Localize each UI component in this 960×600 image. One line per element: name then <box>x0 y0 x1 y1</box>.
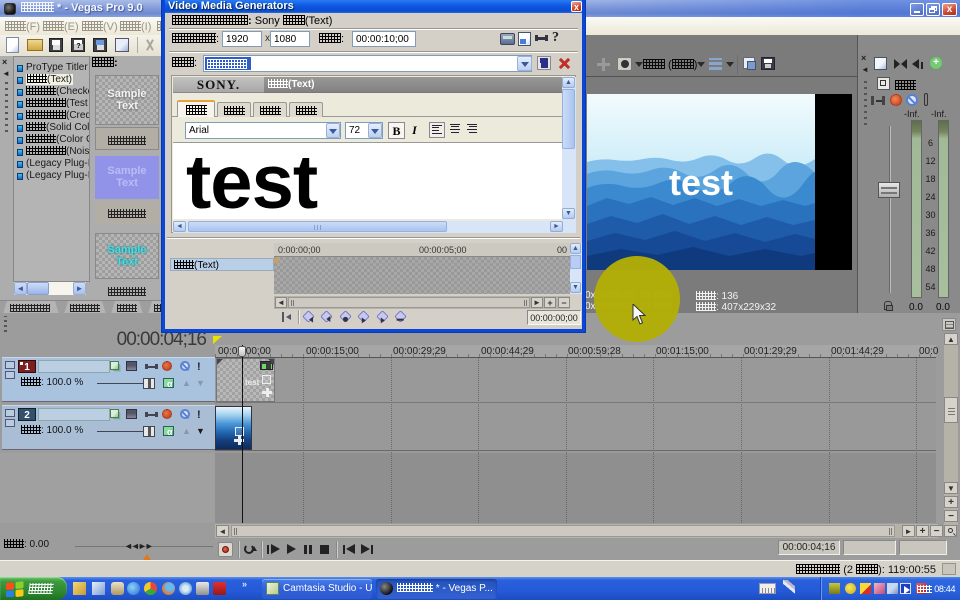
svg-text:test: test <box>669 162 733 203</box>
